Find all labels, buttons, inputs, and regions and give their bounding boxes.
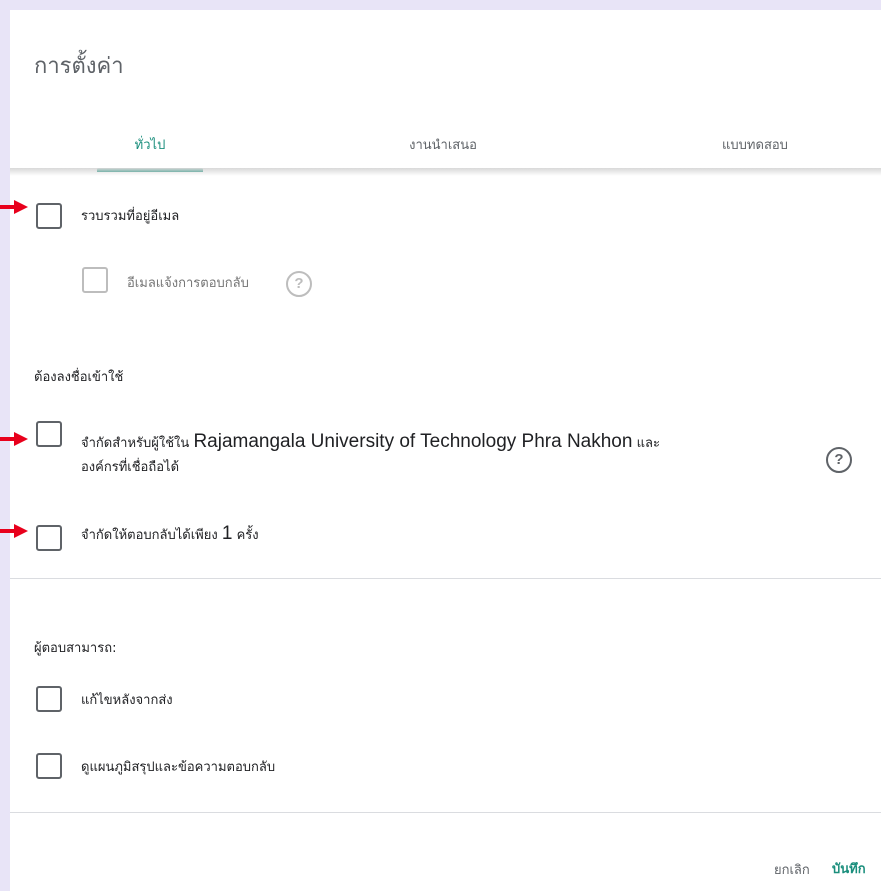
limit-one-suffix: ครั้ง — [236, 528, 259, 543]
tab-presentation[interactable]: งานนำเสนอ — [383, 134, 503, 155]
response-receipts-checkbox[interactable] — [82, 267, 108, 293]
section-divider — [10, 578, 881, 579]
tab-general[interactable]: ทั่วไป — [97, 134, 203, 155]
respondents-heading: ผู้ตอบสามารถ: — [34, 641, 117, 656]
dialog-title: การตั้งค่า — [34, 54, 124, 79]
red-arrow-icon — [0, 432, 28, 446]
help-icon[interactable]: ? — [826, 447, 852, 473]
see-summary-label: ดูแผนภูมิสรุปและข้อความตอบกลับ — [81, 760, 276, 775]
limit-one-response-label: จำกัดให้ตอบกลับได้เพียง 1 ครั้ง — [81, 524, 259, 546]
help-icon[interactable]: ? — [286, 271, 312, 297]
collect-email-checkbox[interactable] — [36, 203, 62, 229]
restrict-users-label-line2: องค์กรที่เชื่อถือได้ — [81, 460, 180, 475]
cancel-button[interactable]: ยกเลิก — [774, 859, 810, 880]
limit-one-prefix: จำกัดให้ตอบกลับได้เพียง — [81, 528, 218, 543]
red-arrow-icon — [0, 200, 28, 214]
settings-dialog: การตั้งค่า ทั่วไป งานนำเสนอ แบบทดสอบ รวบ… — [10, 10, 881, 891]
restrict-users-checkbox[interactable] — [36, 421, 62, 447]
limit-one-response-checkbox[interactable] — [36, 525, 62, 551]
limit-one-count: 1 — [221, 523, 233, 544]
red-arrow-icon — [0, 524, 28, 538]
requires-signin-heading: ต้องลงชื่อเข้าใช้ — [34, 370, 124, 385]
organization-name: Rajamangala University of Technology Phr… — [193, 431, 633, 452]
restrict-users-suffix: และ — [636, 436, 660, 451]
edit-after-submit-label: แก้ไขหลังจากส่ง — [81, 693, 173, 708]
tab-quizzes[interactable]: แบบทดสอบ — [700, 134, 810, 155]
save-button[interactable]: บันทึก — [832, 858, 866, 879]
settings-tabs: ทั่วไป งานนำเสนอ แบบทดสอบ — [10, 114, 881, 172]
footer-divider — [10, 812, 881, 813]
response-receipts-label: อีเมลแจ้งการตอบกลับ — [127, 276, 249, 291]
edit-after-submit-checkbox[interactable] — [36, 686, 62, 712]
collect-email-label: รวบรวมที่อยู่อีเมล — [81, 209, 180, 224]
restrict-users-label: จำกัดสำหรับผู้ใช้ใน Rajamangala Universi… — [81, 432, 811, 454]
restrict-users-prefix: จำกัดสำหรับผู้ใช้ใน — [81, 436, 190, 451]
tabs-divider — [10, 168, 881, 176]
see-summary-checkbox[interactable] — [36, 753, 62, 779]
